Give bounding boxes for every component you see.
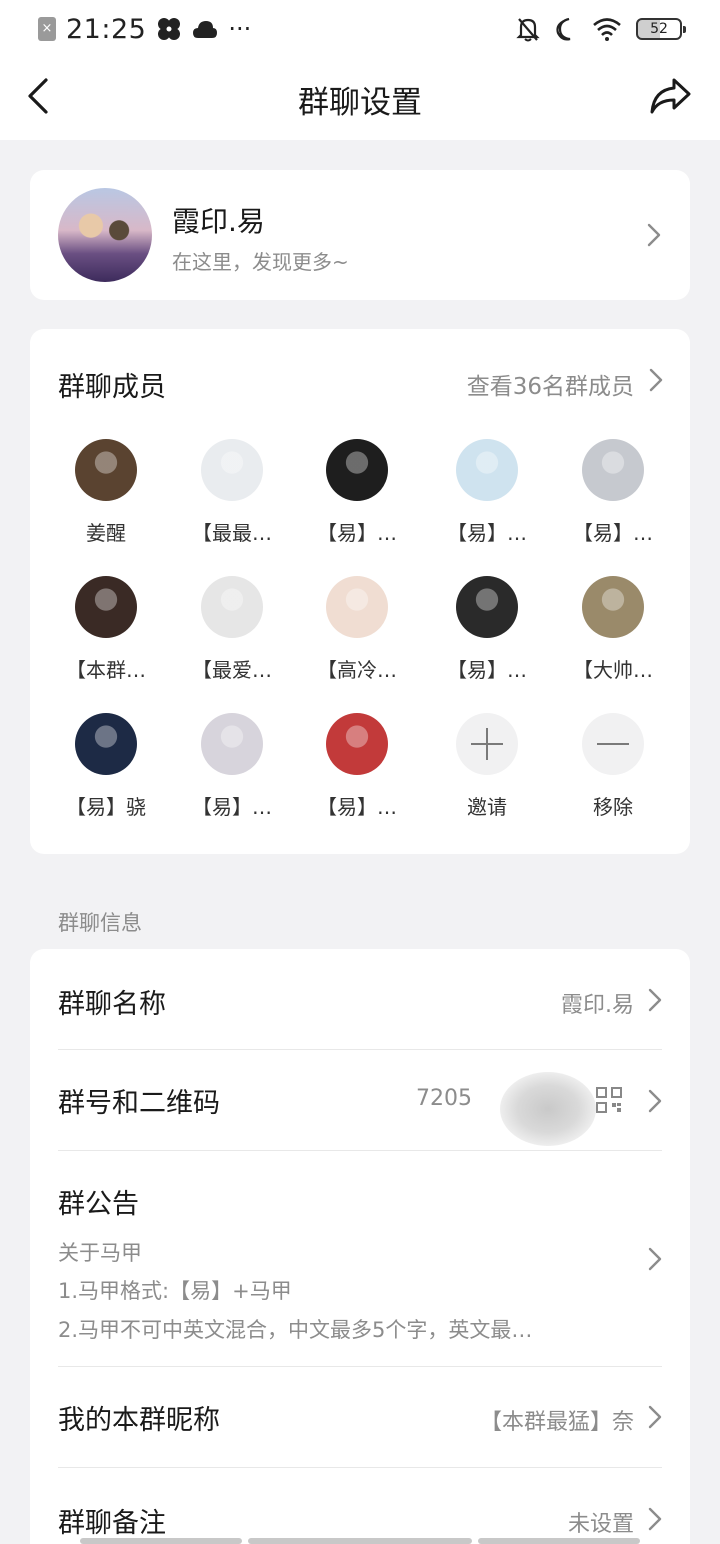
group-remark-row[interactable]: 群聊备注 未设置 <box>58 1468 662 1544</box>
chevron-right-icon <box>648 1247 662 1271</box>
home-indicator <box>478 1538 640 1544</box>
member-name: 【高冷… <box>317 658 397 682</box>
chevron-right-icon <box>648 988 662 1012</box>
qr-code-icon <box>596 1087 622 1113</box>
chevron-right-icon <box>648 1507 662 1531</box>
nav-bar: 群聊设置 <box>0 58 720 140</box>
member-avatar <box>326 713 388 775</box>
member-avatar <box>456 439 518 501</box>
chevron-right-icon <box>648 1405 662 1429</box>
group-name-row[interactable]: 群聊名称 霞印.易 <box>58 949 662 1049</box>
redacted-blur <box>500 1072 596 1146</box>
member-avatar <box>201 439 263 501</box>
group-avatar[interactable] <box>58 188 152 282</box>
member-name: 【易】… <box>447 521 527 545</box>
bell-off-icon <box>516 18 540 42</box>
member-avatar <box>75 576 137 638</box>
announcement-line: 关于马甲 <box>58 1241 142 1265</box>
member-name: 姜醒 <box>86 521 126 545</box>
view-all-members-link[interactable]: 查看36名群成员 <box>467 367 634 401</box>
member-name: 【易】骁 <box>66 795 146 819</box>
chevron-right-icon <box>648 1089 662 1113</box>
battery-level: 52 <box>650 21 668 37</box>
member-item[interactable]: 【高冷… <box>294 576 420 686</box>
plus-icon <box>456 713 518 775</box>
member-item[interactable]: 【易】… <box>294 713 420 823</box>
close-notification-icon: × <box>38 17 56 41</box>
group-number-row[interactable]: 群号和二维码 7205 <box>58 1050 662 1150</box>
member-avatar <box>326 439 388 501</box>
status-time: 21:25 <box>66 13 147 45</box>
group-subtitle: 在这里，发现更多~ <box>172 250 349 274</box>
wifi-icon <box>593 18 621 41</box>
home-indicator <box>80 1538 242 1544</box>
member-name: 【易】… <box>447 658 527 682</box>
group-name-row-title: 群聊名称 <box>58 989 166 1020</box>
member-name: 【本群… <box>66 658 146 682</box>
home-indicator <box>248 1538 472 1544</box>
group-remark-value: 未设置 <box>567 1512 634 1537</box>
cloud-icon <box>193 21 218 38</box>
member-item[interactable]: 【大帅… <box>550 576 676 686</box>
invite-member-button[interactable]: 邀请 <box>424 713 550 823</box>
remove-member-button[interactable]: 移除 <box>550 713 676 823</box>
announcement-title: 群公告 <box>58 1189 139 1220</box>
announcement-line: 1.马甲格式:【易】+马甲 <box>58 1279 292 1303</box>
member-name: 【易】… <box>317 521 397 545</box>
battery-icon: 52 <box>636 18 686 40</box>
chevron-right-icon[interactable] <box>649 368 663 392</box>
member-avatar <box>75 439 137 501</box>
members-title: 群聊成员 <box>58 372 166 403</box>
member-avatar <box>582 576 644 638</box>
member-name: 【最最… <box>192 521 272 545</box>
group-announcement-row[interactable]: 群公告 关于马甲 1.马甲格式:【易】+马甲 2.马甲不可中英文混合，中文最多5… <box>58 1151 662 1366</box>
announcement-line: 2.马甲不可中英文混合，中文最多5个字，英文最… <box>58 1318 533 1342</box>
member-name: 【最爱… <box>192 658 272 682</box>
member-avatar <box>582 439 644 501</box>
member-name: 【易】… <box>192 795 272 819</box>
chevron-right-icon <box>647 223 661 247</box>
my-nickname-value: 【本群最猛】奈 <box>479 1410 634 1435</box>
invite-label: 邀请 <box>467 795 507 819</box>
more-dots: ··· <box>228 15 252 43</box>
member-avatar <box>75 713 137 775</box>
member-item[interactable]: 【易】骁 <box>43 713 169 823</box>
share-icon[interactable] <box>648 76 692 116</box>
my-nickname-title: 我的本群昵称 <box>58 1405 220 1436</box>
group-number-row-title: 群号和二维码 <box>58 1088 220 1119</box>
fan-icon <box>158 18 181 40</box>
my-nickname-row[interactable]: 我的本群昵称 【本群最猛】奈 <box>58 1367 662 1467</box>
group-name: 霞印.易 <box>172 205 265 238</box>
member-name: 【易】… <box>317 795 397 819</box>
group-name-row-value: 霞印.易 <box>561 993 634 1018</box>
member-item[interactable]: 【易】… <box>424 576 550 686</box>
member-item[interactable]: 【易】… <box>169 713 295 823</box>
group-remark-title: 群聊备注 <box>58 1508 166 1539</box>
remove-label: 移除 <box>593 795 633 819</box>
section-label: 群聊信息 <box>58 911 142 935</box>
member-avatar <box>201 576 263 638</box>
group-info-card: 群聊名称 霞印.易 群号和二维码 7205 群公告 关于马甲 1.马甲格式:【易… <box>30 949 690 1544</box>
member-avatar <box>326 576 388 638</box>
group-number-value: 7205 <box>416 1086 472 1111</box>
member-avatar <box>201 713 263 775</box>
member-item[interactable]: 【易】… <box>550 439 676 549</box>
member-item[interactable]: 【本群… <box>43 576 169 686</box>
status-bar: × 21:25 ··· 52 <box>0 0 720 58</box>
member-item[interactable]: 姜醒 <box>43 439 169 549</box>
member-item[interactable]: 【最爱… <box>169 576 295 686</box>
members-card: 群聊成员 查看36名群成员 姜醒 【最最… 【易】… 【易】… 【易】… 【本群… 【最爱…… <box>30 329 690 854</box>
minus-icon <box>582 713 644 775</box>
group-profile-card[interactable]: 霞印.易 在这里，发现更多~ <box>30 170 690 300</box>
member-item[interactable]: 【易】… <box>294 439 420 549</box>
member-avatar <box>456 576 518 638</box>
member-item[interactable]: 【最最… <box>169 439 295 549</box>
chevron-left-icon[interactable] <box>24 76 60 116</box>
moon-icon <box>556 17 571 41</box>
page-title: 群聊设置 <box>298 84 422 121</box>
member-name: 【大帅… <box>573 658 653 682</box>
member-name: 【易】… <box>573 521 653 545</box>
member-item[interactable]: 【易】… <box>424 439 550 549</box>
